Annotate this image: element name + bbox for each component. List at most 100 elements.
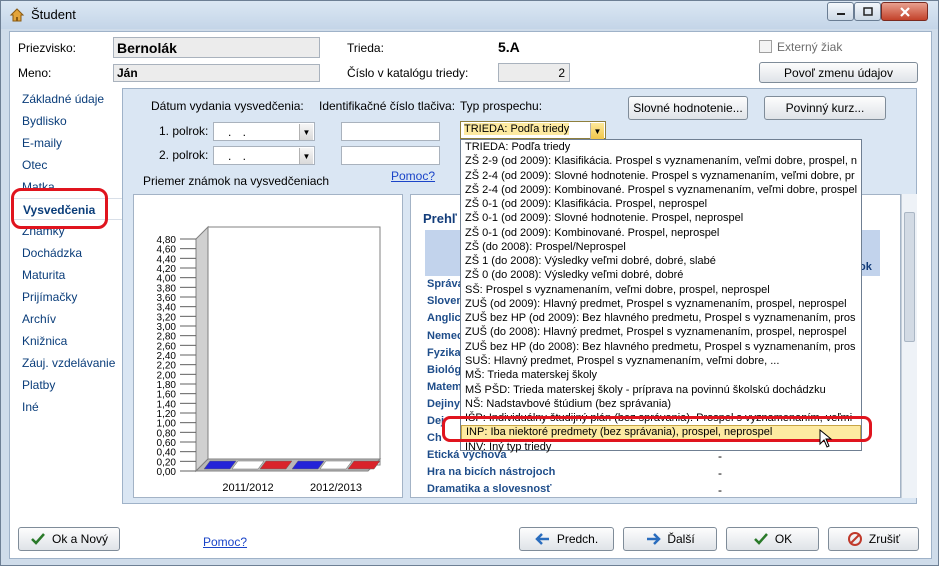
chart-canvas: 4,804,604,404,204,003,803,603,403,203,00… (157, 225, 382, 494)
arrow-left-icon (535, 533, 549, 545)
sidebar-item-emaily[interactable]: E-maily (11, 132, 121, 154)
bar-0-2 (259, 460, 293, 470)
catalog-label: Číslo v katalógu triedy: (347, 66, 469, 80)
dropdown-option[interactable]: ZŠ 0-1 (od 2009): Slovné hodnotenie. Pro… (461, 211, 861, 225)
type-label: Typ prospechu: (460, 99, 543, 113)
help-link-form[interactable]: Pomoc? (391, 169, 435, 183)
ok-button[interactable]: OK (726, 527, 819, 551)
minimize-icon (836, 12, 845, 15)
sem1-label: 1. polrok: (159, 124, 209, 138)
sidebar-item-maturita[interactable]: Maturita (11, 264, 121, 286)
dropdown-option[interactable]: ZŠ 2-4 (od 2009): Kombinované. Prospel s… (461, 183, 861, 197)
chevron-down-icon[interactable]: ▼ (299, 148, 313, 164)
previous-button[interactable]: Predch. (519, 527, 614, 551)
sem1-date-picker[interactable]: . . ▼ (213, 122, 315, 141)
close-button[interactable] (881, 2, 928, 21)
sidebar-item-bydlisko[interactable]: Bydlisko (11, 110, 121, 132)
sidebar-item-zakladne-udaje[interactable]: Základné údaje (11, 88, 121, 110)
verbal-evaluation-button[interactable]: Slovné hodnotenie... (628, 96, 748, 120)
minimize-button[interactable] (827, 2, 854, 21)
id-label: Identifikačné číslo tlačiva: (319, 99, 456, 113)
cancel-label: Zrušiť (868, 532, 901, 546)
highlight-vysvedcenia (11, 188, 108, 229)
allow-edit-button[interactable]: Povoľ zmenu údajov (759, 62, 918, 83)
dropdown-option[interactable]: SŠ: Prospel s vyznamenaním, veľmi dobre,… (461, 283, 861, 297)
dropdown-option[interactable]: ZŠ 2-9 (od 2009): Klasifikácia. Prospel … (461, 154, 861, 168)
dropdown-option[interactable]: TRIEDA: Podľa triedy (461, 140, 861, 154)
result-type-value: TRIEDA: Podľa triedy (464, 123, 570, 135)
dropdown-option[interactable]: ZUŠ bez HP (od 2009): Bez hlavného predm… (461, 311, 861, 325)
dropdown-option[interactable]: NŠ: Nadstavbové štúdium (bez správania) (461, 397, 861, 411)
overview-scrollbar[interactable] (901, 194, 917, 498)
mandatory-course-button[interactable]: Povinný kurz... (764, 96, 886, 120)
sidebar-item-kniznica[interactable]: Knižnica (11, 330, 121, 352)
check-icon (753, 533, 768, 545)
highlight-inp-option (442, 416, 872, 442)
help-link-footer[interactable]: Pomoc? (203, 535, 247, 549)
dropdown-option[interactable]: SUŠ: Hlavný predmet, Prospel s vyznamena… (461, 354, 861, 368)
dropdown-option[interactable]: ZUŠ bez HP (do 2008): Bez hlavného predm… (461, 340, 861, 354)
result-type-select[interactable]: TRIEDA: Podľa triedy ▼ (460, 121, 606, 139)
sem1-date-value: . . (228, 125, 251, 139)
sem1-id-input[interactable] (341, 122, 440, 141)
cancel-icon (847, 532, 862, 546)
window-title: Študent (31, 7, 76, 22)
chevron-down-icon[interactable]: ▼ (299, 124, 313, 140)
subject-row: Správa (427, 278, 464, 290)
chart-title: Priemer známok na vysvedčeniach (143, 174, 330, 188)
overview-title: Prehľ (423, 211, 457, 226)
dropdown-option[interactable]: ZŠ 0-1 (od 2009): Kombinované. Prospel, … (461, 226, 861, 240)
external-checkbox[interactable] (759, 40, 772, 53)
dropdown-option[interactable]: MŠ: Trieda materskej školy (461, 368, 861, 382)
date-label: Dátum vydania vysvedčenia: (151, 99, 304, 113)
dropdown-option[interactable]: MŠ PŠD: Trieda materskej školy - príprav… (461, 383, 861, 397)
next-button[interactable]: Ďalší (623, 527, 717, 551)
close-icon (899, 6, 910, 17)
ok-label: OK (774, 532, 793, 546)
external-label: Externý žiak (777, 40, 843, 54)
sidebar-item-archiv[interactable]: Archív (11, 308, 121, 330)
next-label: Ďalší (667, 532, 695, 546)
subject-row: Matem (427, 381, 462, 393)
student-window: Študent Priezvisko: Bernolák Meno: Ján T… (0, 0, 939, 566)
x-category-label: 2012/2013 (310, 482, 362, 494)
grade-average-chart: 4,80 4,60 4,40 4,20 4,00 3,80 3,60 3,40 3,20 3,00… (133, 194, 403, 498)
sidebar-item-platby[interactable]: Platby (11, 374, 121, 396)
chevron-down-icon[interactable]: ▼ (590, 123, 604, 139)
dropdown-option[interactable]: ZŠ 0 (do 2008): Výsledky veľmi dobré, do… (461, 268, 861, 282)
ok-and-new-button[interactable]: Ok a Nový (18, 527, 120, 551)
sidebar-item-otec[interactable]: Otec (11, 154, 121, 176)
sidebar: Základné údaje Bydlisko E-maily Otec Mat… (11, 88, 129, 418)
subject-row: Fyzika (427, 347, 461, 359)
surname-field[interactable]: Bernolák (113, 37, 320, 58)
dropdown-option[interactable]: ZŠ 0-1 (od 2009): Klasifikácia. Prospel,… (461, 197, 861, 211)
sem2-date-picker[interactable]: . . ▼ (213, 146, 315, 165)
grade-dash: - (718, 466, 722, 480)
subject-row: Sloven (427, 295, 464, 307)
mouse-cursor-icon (819, 429, 833, 448)
dropdown-option[interactable]: ZŠ 2-4 (od 2009): Slovné hodnotenie. Pro… (461, 169, 861, 183)
sidebar-item-prijimacky[interactable]: Prijímačky (11, 286, 121, 308)
title-bar: Študent (1, 1, 938, 29)
dropdown-option[interactable]: ZUŠ (do 2008): Hlavný predmet, Prospel s… (461, 325, 861, 339)
sem2-id-input[interactable] (341, 146, 440, 165)
subject-row: Biológ (427, 364, 462, 376)
sem2-date-value: . . (228, 149, 251, 163)
subject-row: Ch (427, 432, 442, 444)
chart-side-wall (195, 225, 209, 473)
result-type-dropdown-list[interactable]: TRIEDA: Podľa triedy ZŠ 2-9 (od 2009): Kl… (460, 139, 862, 453)
y-tick-label: 0,00 (157, 467, 177, 478)
dropdown-option[interactable]: ZŠ (do 2008): Prospel/Neprospel (461, 240, 861, 254)
catalog-field[interactable]: 2 (498, 63, 570, 82)
surname-label: Priezvisko: (18, 41, 77, 55)
dropdown-option[interactable]: ZUŠ (od 2009): Hlavný predmet, Prospel s… (461, 297, 861, 311)
sidebar-item-dochadzka[interactable]: Dochádzka (11, 242, 121, 264)
sidebar-item-ine[interactable]: Iné (11, 396, 121, 418)
dropdown-option[interactable]: ZŠ 1 (do 2008): Výsledky veľmi dobré, do… (461, 254, 861, 268)
name-field[interactable]: Ján (113, 64, 320, 82)
sidebar-item-zauj-vzdelavanie[interactable]: Záuj. vzdelávanie (11, 352, 121, 374)
maximize-button[interactable] (854, 2, 881, 21)
subject-row: Dejiny (427, 398, 461, 410)
scrollbar-thumb[interactable] (904, 212, 915, 342)
cancel-button[interactable]: Zrušiť (828, 527, 919, 551)
